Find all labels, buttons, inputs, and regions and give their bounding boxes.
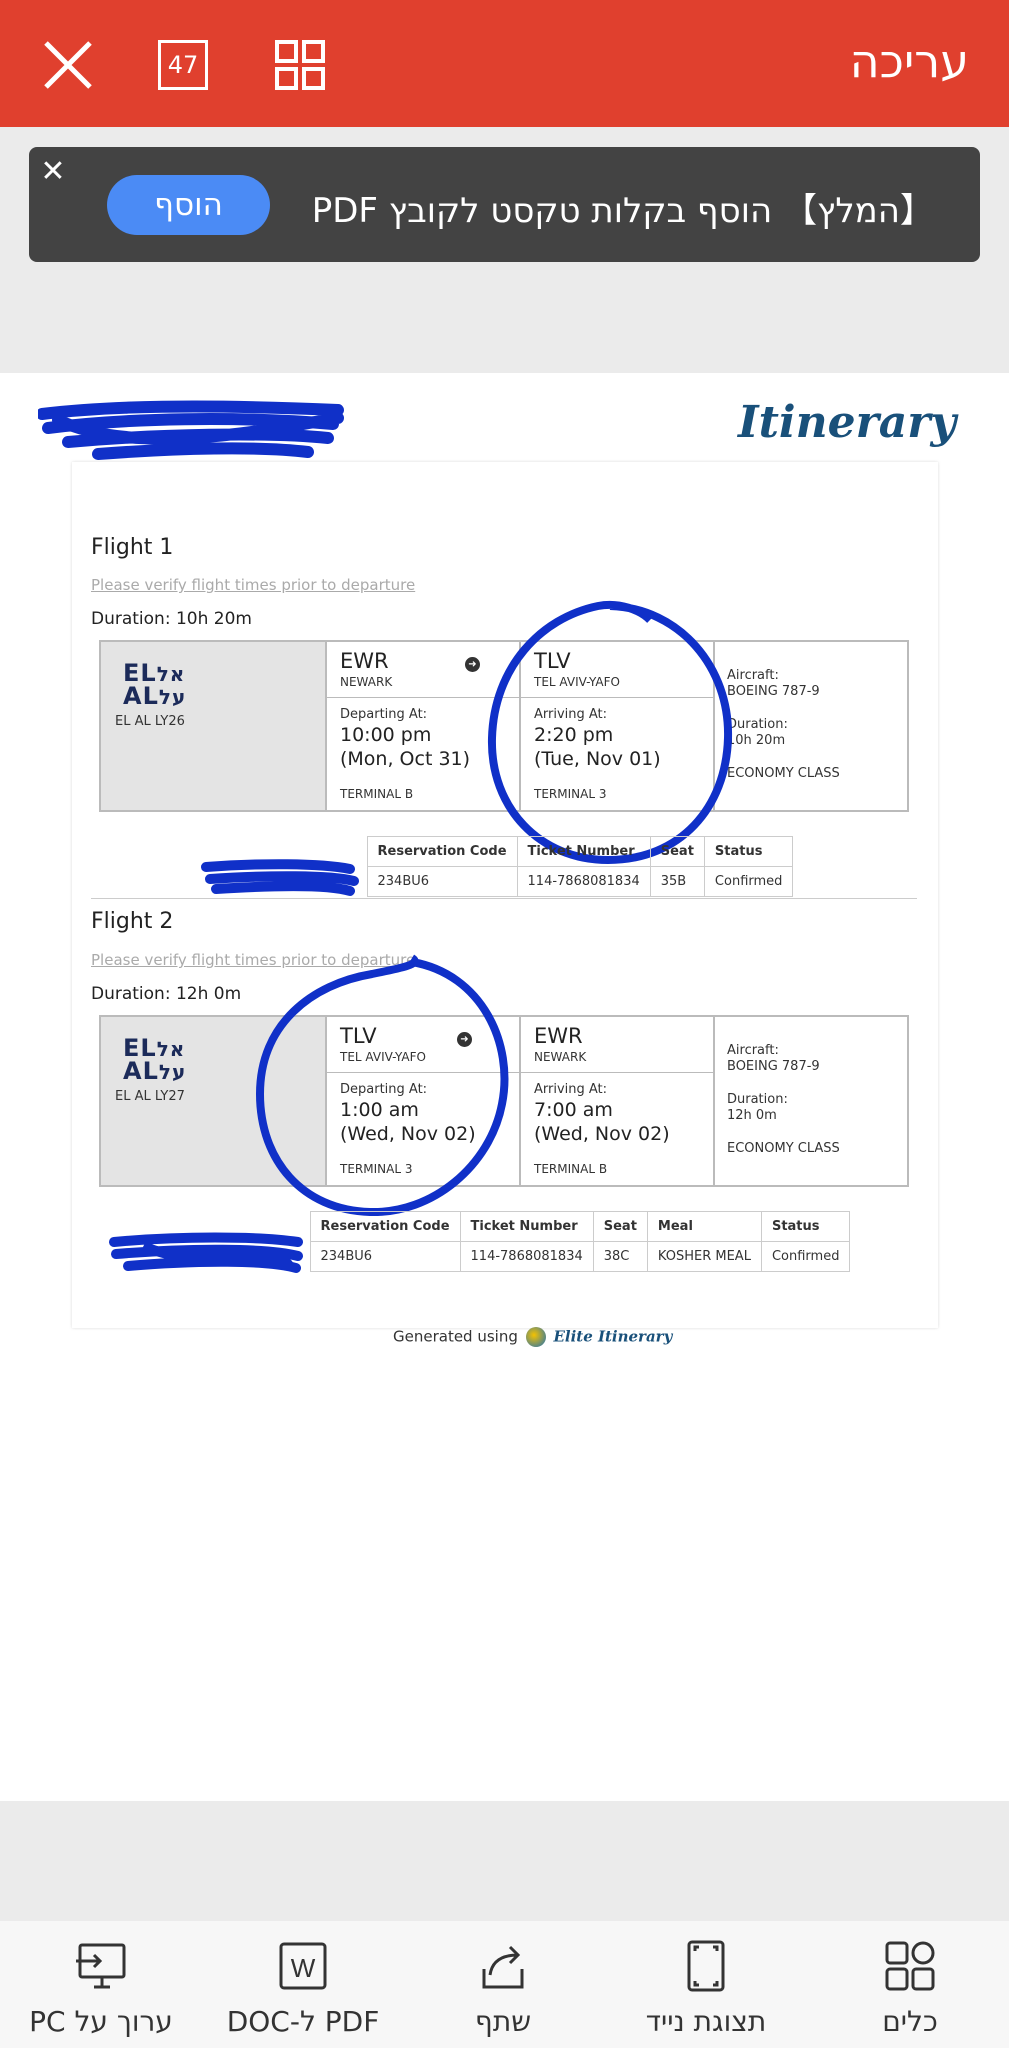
flight-1-heading: Flight 1 [91,535,174,560]
column-header: Reservation Code [309,1211,461,1242]
column-header: Ticket Number [459,1211,594,1242]
share-label: שתף [474,2005,532,2038]
airline-panel: ELאל ALעל EL AL LY26 [101,642,327,810]
arrival-terminal: TERMINAL B [534,1162,608,1176]
banner-text: 【המלץ】 הוסף בקלות טקסט לקובץ PDF [311,191,934,231]
arrow-right-icon: ➜ [465,657,480,672]
svg-text:W: W [291,1953,316,1983]
seat: 38C [592,1241,648,1272]
arrival-time: 7:00 am [534,1099,613,1121]
word-icon: W [279,1942,327,1990]
redaction-scribble [109,1232,303,1273]
airline-code: EL AL LY27 [115,1089,185,1104]
circle-annotation [487,601,733,865]
origin-code: EWR [340,649,389,673]
promo-banner: ✕ הוסף 【המלץ】 הוסף בקלות טקסט לקובץ PDF [29,147,980,262]
flight-1-verify-link[interactable]: Please verify flight times prior to depa… [91,576,415,594]
edit-on-pc-button[interactable]: ערוך על PC [29,1939,173,2039]
divider [91,898,917,899]
column-header: Meal [646,1211,762,1242]
ticket-number: 114-7868081834 [516,866,651,897]
ticket-number: 114-7868081834 [459,1241,594,1272]
page-title: עריכה [849,34,969,88]
flight-2-heading: Flight 2 [91,909,174,934]
page-count-button[interactable]: 47 [148,30,218,100]
column-header: Status [703,836,794,867]
column-header: Seat [592,1211,648,1242]
el-al-logo: ELאל ALעל [123,1034,187,1085]
redaction-scribble [38,400,344,460]
origin-city: NEWARK [340,675,393,689]
status: Confirmed [703,866,794,897]
column-header: Reservation Code [366,836,518,867]
share-icon [482,1945,524,1989]
edit-on-pc-label: ערוך על PC [29,2005,173,2038]
tools-button[interactable]: כלים [858,1939,962,2039]
close-icon[interactable] [33,30,103,100]
add-text-button[interactable]: הוסף [107,175,270,235]
generated-brand: Elite Itinerary [553,1327,673,1346]
airline-code: EL AL LY26 [115,714,185,729]
banner-close-icon[interactable]: ✕ [29,147,77,195]
tools-label: כלים [882,2005,938,2038]
departure-time: 10:00 pm [340,724,432,746]
aircraft-info: Aircraft: BOEING 787-9 Duration: 10h 20m… [727,668,840,781]
departure-date: (Mon, Oct 31) [340,748,471,770]
redaction-scribble [201,859,359,896]
page-count: 47 [158,40,208,90]
generated-footer: Generated using Elite Itinerary [393,1327,672,1347]
destination-city: NEWARK [534,1050,587,1064]
el-al-logo: ELאל ALעל [123,659,187,710]
status: Confirmed [760,1241,851,1272]
column-header: Status [760,1211,851,1242]
flight-1-duration: Duration: 10h 20m [91,609,252,629]
meal: KOSHER MEAL [646,1241,762,1272]
mobile-view-label: תצוגת נייד [645,2005,767,2038]
seat: 35B [649,866,705,897]
departing-label: Departing At: [340,707,428,722]
mobile-view-icon [687,1940,725,1992]
arrival-date: (Wed, Nov 02) [534,1123,670,1145]
arriving-label: Arriving At: [534,1082,608,1097]
elite-logo-icon [525,1327,546,1347]
aircraft-info: Aircraft: BOEING 787-9 Duration: 12h 0m … [727,1043,840,1156]
mobile-view-button[interactable]: תצוגת נייד [630,1939,782,2039]
pdf-to-doc-button[interactable]: W PDF ל-DOC [226,1939,380,2039]
top-toolbar: 47 עריכה [0,0,1009,127]
generated-text: Generated using [393,1327,518,1346]
desktop-icon [76,1943,126,1989]
destination-code: EWR [534,1024,583,1048]
itinerary-title: Itinerary [738,397,957,448]
share-button[interactable]: שתף [460,1939,546,2039]
bottom-toolbar: כלים תצוגת נייד שתף W PDF ל-DOC ערוך על … [0,1921,1009,2048]
pdf-to-doc-label: PDF ל-DOC [226,2005,380,2038]
column-header: Seat [649,836,705,867]
departure-terminal: TERMINAL B [340,787,414,801]
reservation-code: 234BU6 [309,1241,461,1272]
circle-annotation [255,954,509,1217]
grid-view-icon[interactable] [265,30,335,100]
reservation-code: 234BU6 [366,866,518,897]
tools-icon [885,1941,935,1991]
column-header: Ticket Number [516,836,651,867]
flight-2-duration: Duration: 12h 0m [91,984,242,1004]
